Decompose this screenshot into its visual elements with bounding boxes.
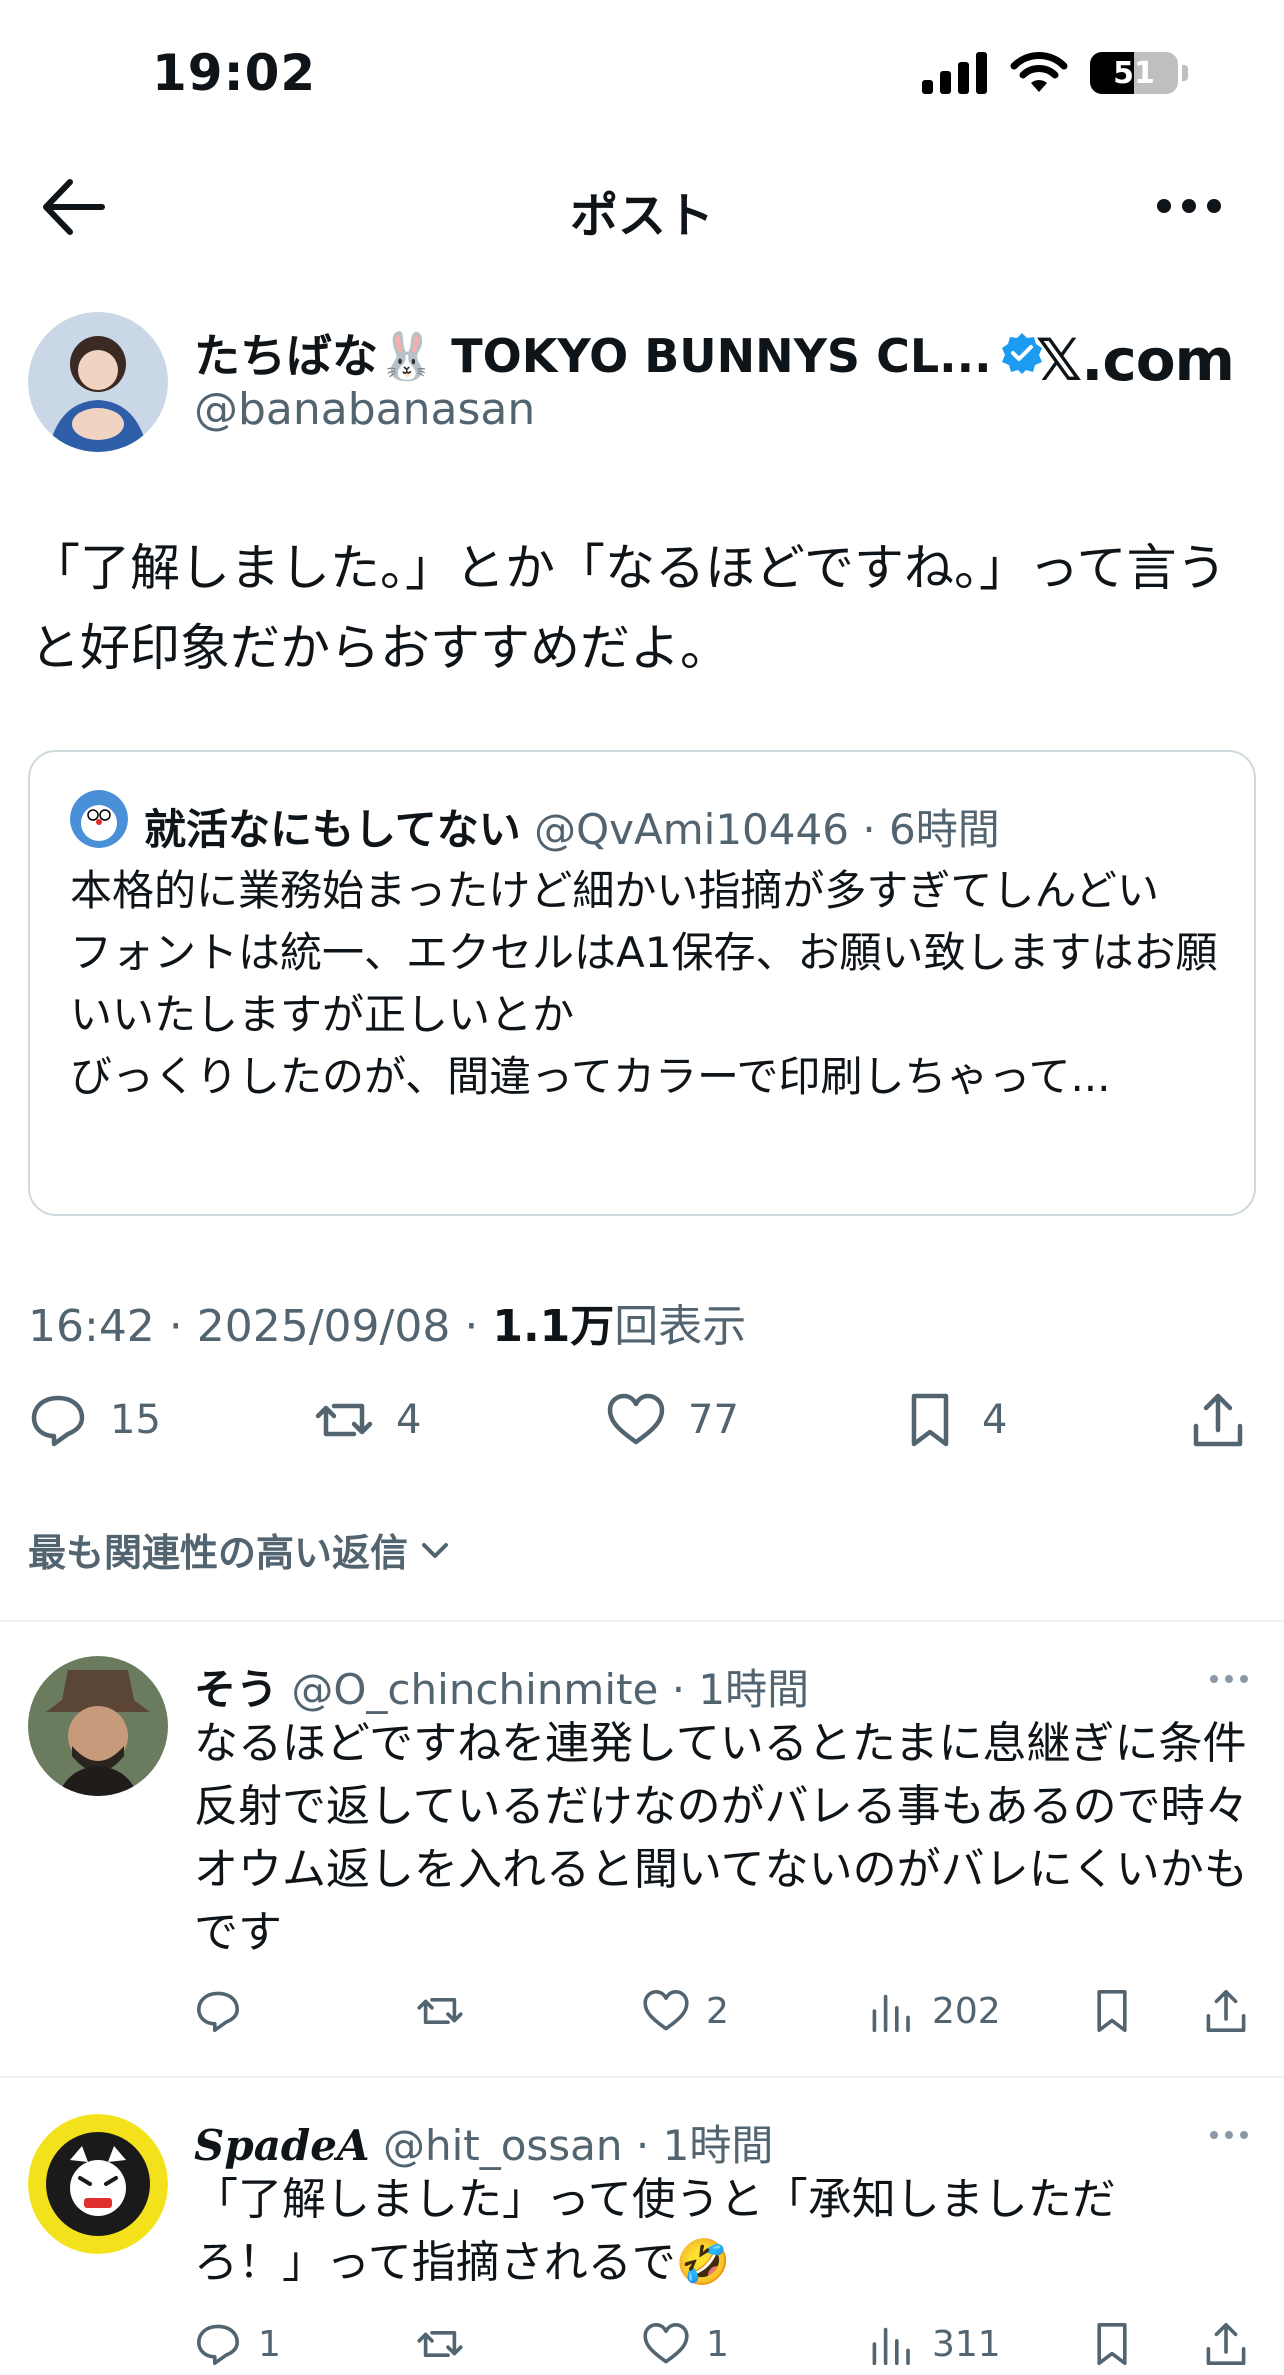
author-avatar[interactable]	[28, 312, 168, 452]
post-timestamp: 16:42 · 2025/09/08 · 1.1万回表示	[28, 1290, 746, 1354]
reply-like-button[interactable]: 1	[642, 2320, 729, 2368]
quoted-author-name: 就活なにもしてない	[144, 805, 521, 854]
bookmark-icon	[911, 1393, 949, 1447]
reply-avatar[interactable]	[28, 1656, 168, 1796]
reply-author-handle[interactable]: @hit_ossan	[383, 2121, 623, 2170]
bookmark-button[interactable]: 4	[900, 1390, 1007, 1450]
quoted-author-handle: @QvAmi10446	[534, 805, 849, 854]
battery-tip	[1182, 65, 1188, 81]
share-icon	[1206, 2323, 1246, 2365]
reply-reply-button[interactable]: 1	[194, 2320, 281, 2368]
quoted-post-time: · 6時間	[862, 805, 1000, 854]
chevron-down-icon	[422, 1542, 449, 1558]
repost-count: 4	[396, 1397, 422, 1443]
analytics-icon	[872, 2327, 910, 2365]
repost-button[interactable]: 4	[314, 1390, 421, 1450]
reply-like-count: 2	[706, 1990, 729, 2032]
reply-bookmark-button[interactable]	[1088, 2320, 1136, 2368]
battery-level: 51	[1113, 56, 1155, 91]
reply-views-button[interactable]: 202	[868, 1987, 1001, 2035]
reply-button[interactable]: 15	[28, 1390, 161, 1450]
reply-count: 15	[110, 1397, 161, 1443]
wifi-icon	[1010, 52, 1068, 92]
reply-author-name[interactable]: SpadeA	[194, 2121, 370, 2170]
sort-label: 最も関連性の高い返信	[28, 1531, 409, 1575]
reply-like-count: 1	[706, 2323, 729, 2365]
reply-views-button[interactable]: 311	[868, 2320, 1001, 2368]
reply-like-button[interactable]: 2	[642, 1987, 729, 2035]
repost-icon	[417, 1998, 463, 2024]
bookmark-icon	[1097, 2323, 1127, 2365]
reply-repost-button[interactable]	[416, 2320, 464, 2368]
heart-icon	[607, 1393, 665, 1445]
reply-time: · 1時間	[671, 1665, 810, 1714]
reply-more-icon[interactable]	[1208, 1672, 1250, 1686]
quoted-post-header: 就活なにもしてない @QvAmi10446 · 6時間	[144, 796, 1000, 857]
reply-sort-dropdown[interactable]: 最も関連性の高い返信	[28, 1522, 452, 1577]
analytics-icon	[872, 1994, 910, 2032]
post-action-bar: 15 4 77 4	[28, 1390, 1258, 1460]
quoted-author-avatar	[70, 790, 128, 848]
reply-icon	[197, 2324, 239, 2365]
reply-views-count: 202	[932, 1990, 1001, 2032]
author-handle[interactable]: @banabanasan	[194, 384, 535, 435]
reply-icon	[31, 1395, 85, 1447]
bookmark-count: 4	[982, 1397, 1008, 1443]
reply-share-button[interactable]	[1202, 1987, 1250, 2035]
author-name-text: たちばな🐰 TOKYO BUNNYS CL...	[194, 329, 992, 383]
reply-header: SpadeA @hit_ossan · 1時間	[194, 2112, 773, 2173]
reply-author-name[interactable]: そう	[194, 1665, 278, 1714]
share-button[interactable]	[1188, 1390, 1248, 1450]
repost-icon	[315, 1403, 373, 1437]
reply-author-handle[interactable]: @O_chinchinmite	[291, 1665, 658, 1714]
post-views-count: 1.1万	[492, 1301, 615, 1352]
reply-share-button[interactable]	[1202, 2320, 1250, 2368]
share-icon	[1206, 1990, 1246, 2032]
reply-more-icon[interactable]	[1208, 2128, 1250, 2142]
reply-text: 「了解しました」って使うと「承知しましただろ！」って指摘されるで🤣	[194, 2174, 1116, 2288]
repost-icon	[417, 2331, 463, 2357]
post-datetime: 16:42 · 2025/09/08 ·	[28, 1301, 493, 1352]
divider	[0, 1620, 1284, 1622]
reply-header: そう @O_chinchinmite · 1時間	[194, 1656, 809, 1717]
quoted-post-card[interactable]: 就活なにもしてない @QvAmi10446 · 6時間 本格的に業務始まったけど…	[28, 750, 1256, 1216]
reply-repost-button[interactable]	[416, 1987, 464, 2035]
status-icons: 51	[922, 52, 1188, 94]
page-title: ポスト	[569, 188, 714, 244]
like-count: 77	[688, 1397, 739, 1443]
divider	[0, 2076, 1284, 2078]
reply-avatar[interactable]	[28, 2114, 168, 2254]
reply-time: · 1時間	[635, 2121, 774, 2170]
reply-views-count: 311	[932, 2323, 1001, 2365]
battery-icon: 51	[1090, 52, 1178, 94]
author-name[interactable]: たちばな🐰 TOKYO BUNNYS CL...	[194, 320, 1044, 386]
more-options-icon[interactable]	[1154, 196, 1224, 216]
reply-reply-count: 1	[258, 2323, 281, 2365]
status-time: 19:02	[152, 44, 317, 102]
xcom-watermark: 𝕏.com	[1035, 326, 1235, 394]
heart-icon	[643, 1990, 689, 2031]
like-button[interactable]: 77	[606, 1390, 739, 1450]
reply-icon	[197, 1991, 239, 2032]
cellular-signal-icon	[922, 52, 987, 94]
reply-text: なるほどですねを連発しているとたまに息継ぎに条件反射で返しているだけなのがバレる…	[194, 1718, 1249, 1958]
post-text: 「了解しました。」とか「なるほどですね。」って言うと好印象だからおすすめだよ。	[30, 539, 1227, 677]
reply-bookmark-button[interactable]	[1088, 1987, 1136, 2035]
heart-icon	[643, 2323, 689, 2364]
reply-reply-button[interactable]	[194, 1987, 242, 2035]
post-views-label: 回表示	[614, 1301, 747, 1352]
quoted-post-text: 本格的に業務始まったけど細かい指摘が多すぎてしんどい フォントは統一、エクセルは…	[70, 866, 1218, 1101]
share-icon	[1193, 1393, 1243, 1447]
bookmark-icon	[1097, 1990, 1127, 2032]
